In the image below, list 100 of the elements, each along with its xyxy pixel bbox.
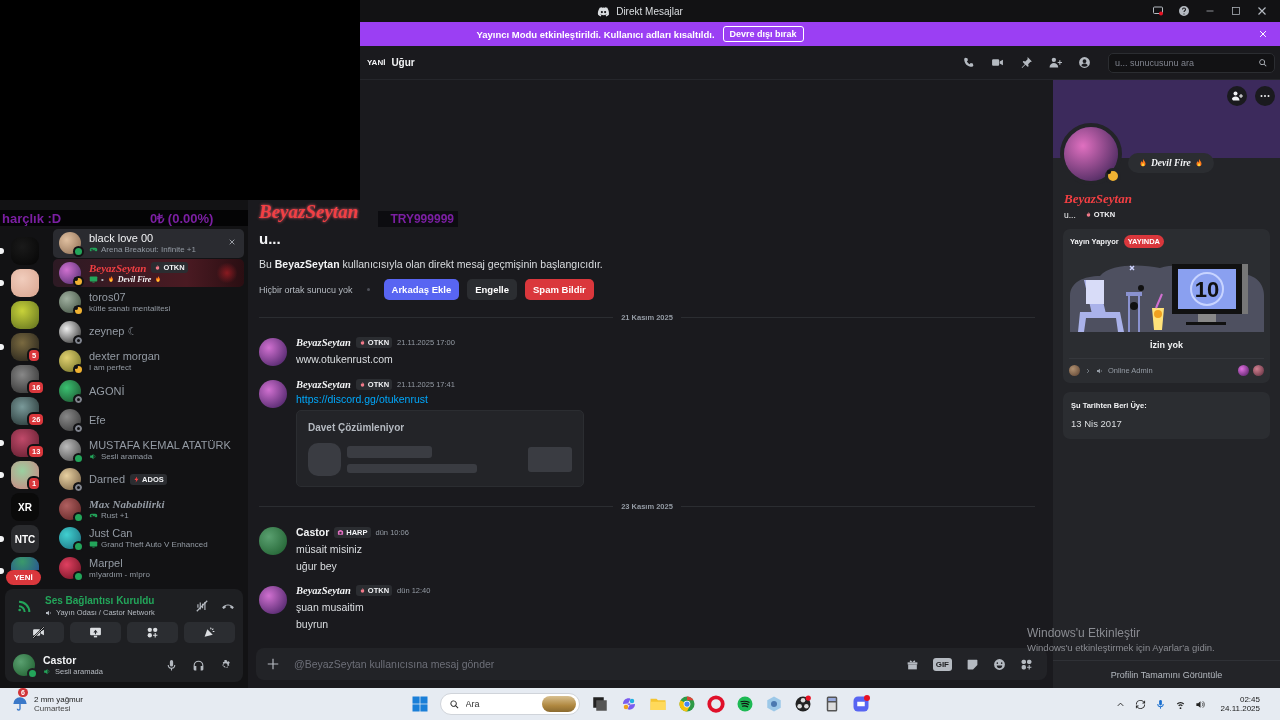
channel-prefix: YANİ bbox=[367, 58, 386, 67]
server-icon[interactable]: NTC bbox=[11, 525, 39, 553]
avatar bbox=[259, 380, 287, 408]
screen-record-icon[interactable] bbox=[1152, 5, 1164, 17]
tip-amount: 0₺ (0.00%) bbox=[150, 210, 214, 227]
dm-item[interactable]: black love 00 Arena Breakout: Infinite +1 bbox=[53, 229, 244, 258]
tag-icon bbox=[154, 264, 162, 272]
server-icon[interactable] bbox=[11, 365, 39, 393]
gif-button[interactable]: GIF bbox=[932, 657, 952, 671]
message-input[interactable]: @BeyazSeytan kullanıcısına mesaj gönder bbox=[294, 649, 894, 679]
soundboard-button[interactable] bbox=[184, 622, 235, 643]
umbrella-icon[interactable] bbox=[12, 696, 28, 712]
search-input[interactable]: Ara bbox=[465, 694, 536, 714]
dm-item[interactable]: zeynep ☾ bbox=[53, 317, 244, 346]
windows-logo-icon[interactable] bbox=[410, 695, 429, 713]
server-icon[interactable] bbox=[11, 301, 39, 329]
more-icon[interactable] bbox=[1255, 86, 1275, 106]
sync-icon[interactable] bbox=[1134, 698, 1146, 710]
message-text: uğur bey bbox=[296, 560, 337, 572]
noise-suppression-icon[interactable] bbox=[195, 599, 209, 613]
activity-text: Arena Breakout: Infinite +1 bbox=[101, 245, 196, 255]
dm-item[interactable]: Just Can Grand Theft Auto V Enhanced bbox=[53, 524, 244, 553]
user-name: Efe bbox=[89, 414, 106, 427]
app-icon[interactable] bbox=[764, 695, 783, 713]
gift-icon[interactable] bbox=[905, 657, 919, 671]
profile-icon[interactable] bbox=[1078, 56, 1091, 69]
close-icon[interactable] bbox=[1256, 5, 1268, 17]
maximize-icon[interactable] bbox=[1230, 5, 1242, 17]
add-friend-icon[interactable] bbox=[1227, 86, 1247, 106]
screen-share-button[interactable] bbox=[70, 622, 121, 643]
search-input[interactable]: u... sunucusunu ara bbox=[1109, 53, 1258, 72]
call-icon[interactable] bbox=[962, 56, 975, 69]
task-view-icon[interactable] bbox=[590, 695, 609, 713]
username: u... bbox=[1064, 209, 1076, 220]
activity-button[interactable] bbox=[127, 622, 178, 643]
action-button[interactable]: Engelle bbox=[467, 279, 518, 300]
message-text: müsait misiniz bbox=[296, 543, 362, 555]
clock-time[interactable]: 02:45 bbox=[1239, 695, 1260, 704]
close-icon[interactable] bbox=[228, 238, 236, 246]
camera-off-icon bbox=[32, 626, 45, 639]
disable-button[interactable]: Devre dışı bırak bbox=[722, 26, 804, 42]
author-name: BeyazSeytan bbox=[296, 585, 351, 596]
emoji-icon[interactable] bbox=[993, 657, 1006, 671]
dm-item[interactable]: toros07 kütle sanatı mentalitesi bbox=[53, 288, 244, 317]
tag-icon bbox=[358, 381, 366, 388]
dm-item[interactable]: Max Nababilirki Rust +1 bbox=[53, 494, 244, 523]
avatar bbox=[59, 497, 81, 520]
speaker-icon bbox=[43, 667, 52, 676]
apps-icon[interactable] bbox=[1020, 657, 1033, 671]
server-icon[interactable] bbox=[11, 397, 39, 425]
server-icon[interactable]: XR bbox=[11, 493, 39, 521]
search-field[interactable]: u... sunucusunu ara bbox=[1108, 52, 1275, 73]
avatar bbox=[59, 232, 81, 255]
record-app-icon[interactable] bbox=[793, 695, 812, 713]
dm-item[interactable]: dexter morgan I am perfect bbox=[53, 347, 244, 376]
user-name: black love 00 bbox=[89, 232, 154, 245]
action-button[interactable]: Arkadaş Ekle bbox=[383, 279, 460, 300]
pin-icon[interactable] bbox=[1020, 56, 1033, 69]
microphone-icon[interactable] bbox=[1154, 698, 1166, 710]
server-icon[interactable] bbox=[11, 269, 39, 297]
screen-icon bbox=[89, 274, 98, 284]
action-button[interactable]: Spam Bildir bbox=[525, 279, 594, 300]
help-icon[interactable] bbox=[1178, 5, 1190, 17]
tag-icon bbox=[337, 528, 345, 536]
server-icon[interactable] bbox=[11, 429, 39, 457]
sticker-icon[interactable] bbox=[966, 657, 979, 671]
add-friend-icon[interactable] bbox=[1049, 56, 1062, 69]
flame-icon bbox=[1138, 158, 1148, 168]
tip-label: harçlık :D bbox=[2, 210, 63, 226]
avatar bbox=[59, 468, 81, 491]
user-name: dexter morgan bbox=[89, 350, 160, 363]
dm-item[interactable]: Marpel m!yardım - m!pro bbox=[53, 553, 244, 582]
volume-icon[interactable] bbox=[1194, 698, 1206, 710]
dm-item[interactable]: AGONİ bbox=[53, 376, 244, 405]
waves-icon[interactable] bbox=[735, 695, 754, 713]
chat-app-icon[interactable] bbox=[851, 695, 870, 713]
message-link[interactable]: https://discord.gg/otukenrust bbox=[296, 393, 428, 405]
new-pill[interactable]: YENİ bbox=[6, 570, 41, 585]
video-call-icon[interactable] bbox=[991, 56, 1004, 69]
ring-icon[interactable] bbox=[706, 695, 725, 713]
tag-icon bbox=[358, 587, 366, 594]
tag-icon bbox=[358, 339, 366, 346]
connection-status: Ses Bağlantısı Kuruldu bbox=[45, 595, 156, 606]
screen-icon bbox=[89, 540, 98, 550]
user-name: Just Can bbox=[89, 527, 133, 540]
microphone-icon[interactable] bbox=[165, 658, 178, 672]
camera-off-button[interactable] bbox=[13, 622, 64, 643]
message-text: şuan musaitim bbox=[296, 601, 364, 613]
server-icon[interactable] bbox=[11, 557, 39, 570]
user-name: MUSTAFA KEMAL ATATÜRK bbox=[89, 438, 231, 451]
clock-date[interactable]: 24.11.2025 bbox=[1220, 704, 1260, 713]
user-name: Darned bbox=[89, 473, 126, 486]
browser-icon[interactable] bbox=[677, 695, 696, 713]
dm-item[interactable]: MUSTAFA KEMAL ATATÜRK Sesli aramada bbox=[53, 435, 244, 464]
user-name: Marpel bbox=[89, 556, 123, 569]
plus-icon[interactable] bbox=[266, 657, 280, 671]
speaker-icon bbox=[1096, 366, 1104, 375]
avatar bbox=[259, 527, 287, 555]
dm-item[interactable]: Efe bbox=[53, 406, 244, 435]
headphones-icon[interactable] bbox=[192, 658, 205, 672]
